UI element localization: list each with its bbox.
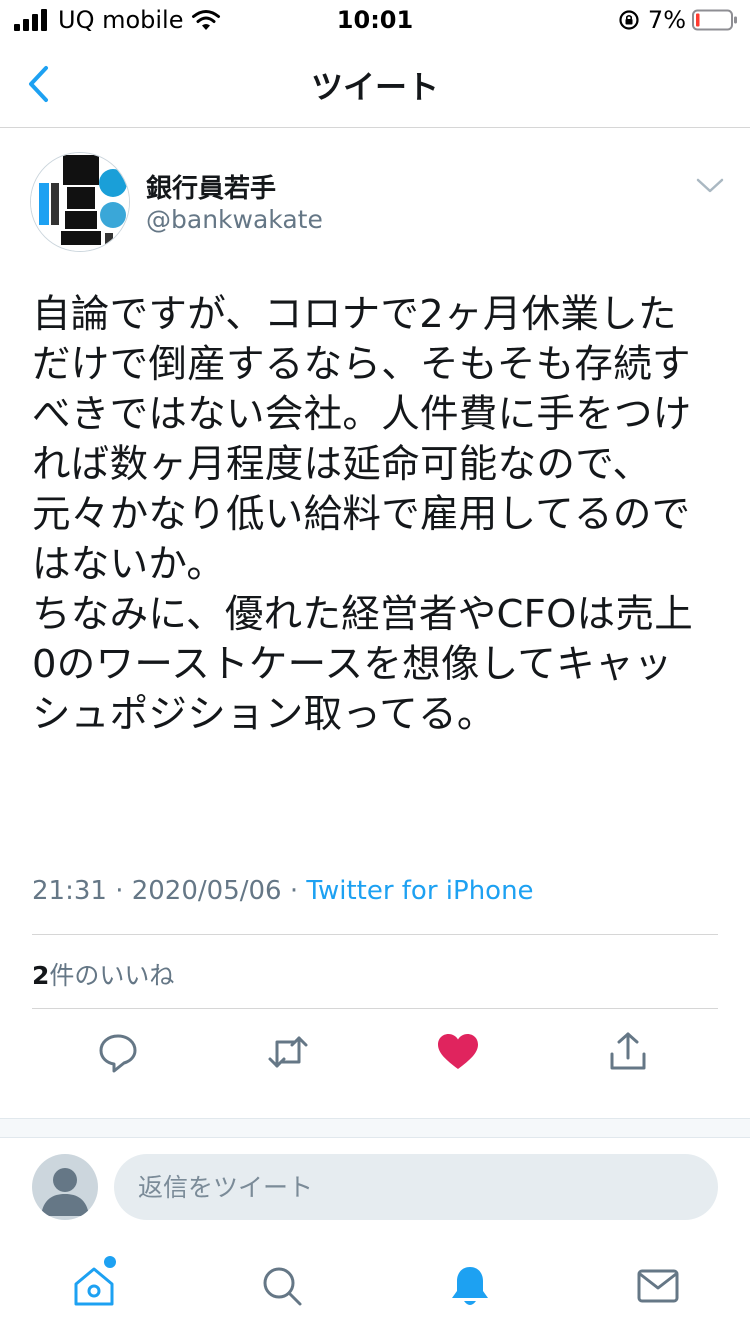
tweet-timestamp: 21:31 · 2020/05/06 ·: [32, 876, 307, 906]
divider: [32, 1008, 718, 1009]
status-right: 7%: [618, 6, 738, 34]
reply-avatar: [32, 1154, 98, 1220]
battery-percent: 7%: [647, 6, 686, 34]
chevron-down-icon: [696, 178, 724, 193]
tweet-text-line: 自論ですが、コロナで2ヶ月休業した: [32, 292, 677, 337]
author-name[interactable]: 銀行員若手: [146, 168, 276, 205]
tweet-source-link[interactable]: Twitter for iPhone: [306, 876, 533, 906]
battery-icon: [692, 9, 737, 31]
page-title: ツイート: [310, 68, 439, 106]
rotation-lock-icon: [619, 10, 639, 30]
tweet-text-line: はないか。: [32, 542, 226, 587]
new-items-indicator: [104, 1256, 116, 1268]
author-handle[interactable]: @bankwakate: [146, 205, 323, 234]
section-divider: [0, 1118, 750, 1138]
likes-summary[interactable]: 2件のいいね: [32, 956, 174, 992]
search-icon: [263, 1267, 302, 1306]
status-bar: UQ mobile 10:01 7%: [0, 0, 750, 40]
tweet-text-line: 0のワーストケースを想像してキャッ: [32, 642, 673, 687]
author-avatar[interactable]: [30, 152, 130, 252]
heart-icon: [438, 1034, 478, 1069]
tweet-text-line: ちなみに、優れた経営者やCFOは売上: [32, 592, 694, 637]
likes-label: 件のいいね: [49, 961, 175, 990]
reply-input[interactable]: [114, 1154, 718, 1220]
home-icon: [74, 1267, 114, 1306]
more-options-button[interactable]: [692, 172, 728, 200]
share-button[interactable]: [606, 1030, 650, 1074]
tweet-text-line: べきではない会社。人件費に手をつけ: [32, 392, 692, 437]
tweet-text-line: 元々かなり低い給料で雇用してるので: [32, 492, 691, 537]
tweet-meta: 21:31 · 2020/05/06 · Twitter for iPhone: [32, 876, 534, 906]
book-cover-image: [31, 153, 129, 251]
likes-count: 2: [32, 961, 50, 990]
default-profile-icon: [41, 1168, 89, 1216]
retweet-button[interactable]: [266, 1030, 310, 1074]
mail-icon: [637, 1269, 679, 1303]
nav-bar: ツイート: [0, 40, 750, 128]
reply-icon: [99, 1034, 137, 1073]
bell-icon: [452, 1267, 488, 1305]
reply-button[interactable]: [96, 1030, 140, 1074]
share-icon: [610, 1032, 646, 1070]
tab-search[interactable]: [258, 1262, 306, 1310]
tab-notifications[interactable]: [446, 1262, 494, 1310]
tab-messages[interactable]: [634, 1262, 682, 1310]
retweet-icon: [268, 1036, 308, 1068]
tweet-text-line: だけで倒産するなら、そもそも存続す: [32, 342, 691, 387]
tweet-text: 自論ですが、コロナで2ヶ月休業した だけで倒産するなら、そもそも存続す べきでは…: [32, 290, 732, 740]
tab-home[interactable]: [70, 1262, 118, 1310]
like-button[interactable]: [436, 1030, 480, 1074]
divider: [32, 934, 718, 935]
tweet-text-line: れば数ヶ月程度は延命可能なので、: [32, 442, 652, 487]
tweet-text-line: シュポジション取ってる。: [32, 692, 496, 737]
